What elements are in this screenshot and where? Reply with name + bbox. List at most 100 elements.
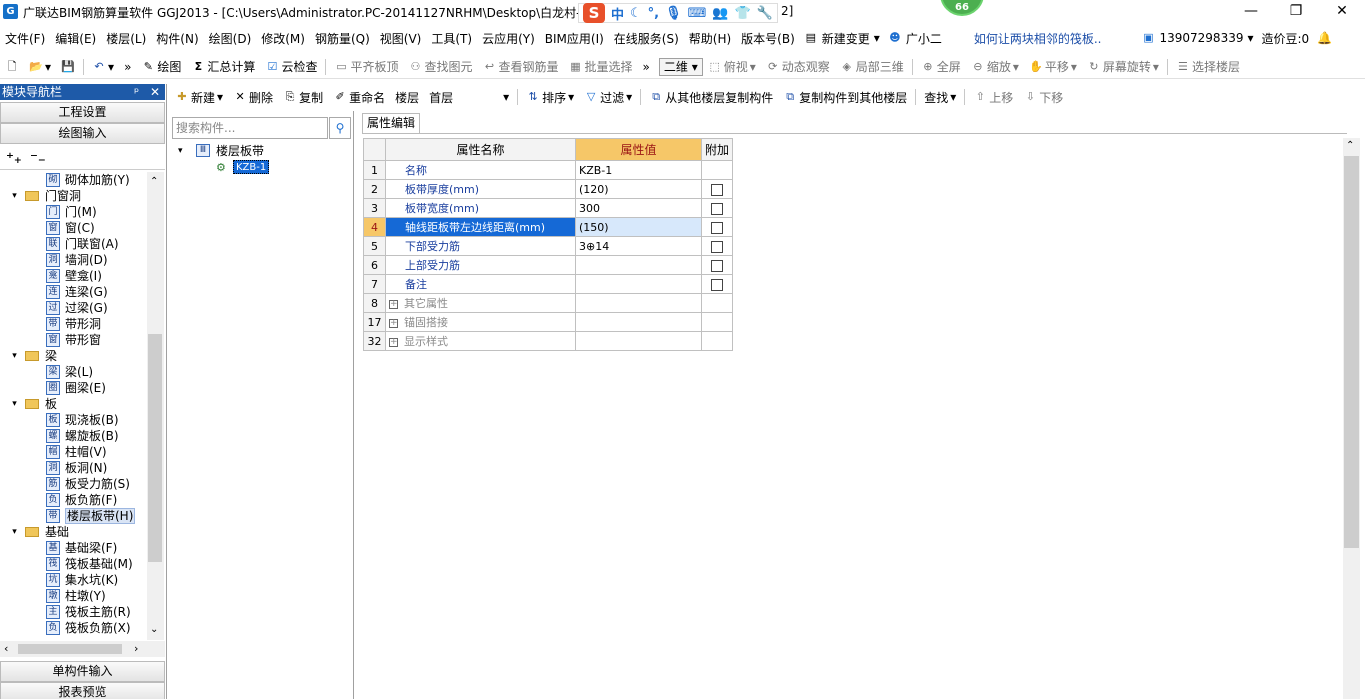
menu-bim[interactable]: BIM应用(I) — [540, 30, 609, 47]
hscroll-thumb[interactable] — [18, 644, 122, 654]
partial-3d-button[interactable]: ◈ 局部三维 — [835, 58, 909, 75]
component-search-input[interactable]: 搜索构件... — [172, 117, 328, 139]
property-group-row[interactable]: 8 + 其它属性 — [363, 293, 734, 313]
tree-item[interactable]: 洞板洞(N) — [0, 460, 147, 476]
property-name[interactable]: 下部受力筋 — [385, 236, 576, 256]
tree-item[interactable]: 负筏板负筋(X) — [0, 620, 147, 636]
find-button[interactable]: 查找 ▾ — [919, 89, 961, 106]
tree-item[interactable]: 联门联窗(A) — [0, 236, 147, 252]
microphone-icon[interactable]: 🎙 — [665, 6, 682, 21]
extra-checkbox[interactable] — [711, 202, 723, 215]
skin-icon[interactable]: 👕 — [735, 6, 751, 21]
pan-button[interactable]: ✋ 平移 ▾ — [1024, 58, 1082, 75]
extra-checkbox[interactable] — [711, 259, 723, 272]
restore-button[interactable]: ❐ — [1273, 0, 1319, 24]
new-change-menu[interactable]: ▤ 新建变更 ▾ — [800, 30, 884, 47]
tree-item[interactable]: 过过梁(G) — [0, 300, 147, 316]
collapse-icon[interactable]: ▾ — [10, 528, 19, 537]
col-extra[interactable]: 附加 — [700, 138, 734, 161]
screen-rotate-button[interactable]: ↻ 屏幕旋转 ▾ — [1082, 58, 1164, 75]
user-icon[interactable]: 👥 — [712, 6, 728, 21]
menu-tools[interactable]: 工具(T) — [426, 30, 477, 47]
tree-root[interactable]: ▾ Ⅲ 楼层板带 — [172, 143, 352, 159]
tree-item[interactable]: 螺螺旋板(B) — [0, 428, 147, 444]
tree-item[interactable]: 基基础梁(F) — [0, 540, 147, 556]
scroll-left-icon[interactable]: ‹ — [4, 642, 8, 655]
top-view-button[interactable]: ⬚ 俯视 ▾ — [703, 58, 761, 75]
new-component-button[interactable]: ✚ 新建 ▾ — [170, 89, 228, 106]
view-rebar-button[interactable]: ↩ 查看钢筋量 — [477, 58, 563, 75]
menu-floor[interactable]: 楼层(L) — [101, 30, 151, 47]
menu-version[interactable]: 版本号(B) — [736, 30, 800, 47]
collapse-icon[interactable]: ▾ — [10, 192, 19, 201]
property-row[interactable]: 5 下部受力筋 3⊕14 — [363, 236, 734, 256]
new-file-button[interactable]: 🗋 — [0, 60, 24, 74]
property-value[interactable] — [575, 274, 702, 294]
sort-button[interactable]: ⇅ 排序 ▾ — [521, 89, 579, 106]
expand-all-icon[interactable]: ⁺₊ — [6, 149, 22, 167]
tree-item[interactable]: 带楼层板带(H) — [0, 508, 147, 524]
property-value[interactable]: KZB-1 — [575, 160, 702, 180]
scroll-up-icon[interactable]: ⌃ — [1346, 140, 1354, 151]
assistant-button[interactable]: ☻ 广小二 — [884, 30, 946, 47]
undo-button[interactable]: ↶ ▾ — [87, 60, 119, 74]
pin-icon[interactable]: ᵖ — [134, 84, 139, 100]
property-row[interactable]: 1 名称 KZB-1 — [363, 160, 734, 180]
property-row[interactable]: 3 板带宽度(mm) 300 — [363, 198, 734, 218]
draw-input-button[interactable]: 绘图输入 — [0, 123, 165, 144]
close-panel-icon[interactable]: ✕ — [150, 84, 160, 100]
menu-component[interactable]: 构件(N) — [151, 30, 203, 47]
property-name[interactable]: 板带宽度(mm) — [385, 198, 576, 218]
bell-icon[interactable]: 🔔 — [1313, 31, 1336, 45]
notification-badge[interactable]: 66 — [940, 0, 984, 16]
col-property-value[interactable]: 属性值 — [575, 138, 702, 161]
property-group-row[interactable]: 17 + 锚固搭接 — [363, 312, 734, 332]
property-value[interactable]: 300 — [575, 198, 702, 218]
menu-modify[interactable]: 修改(M) — [256, 30, 310, 47]
filter-button[interactable]: ▽ 过滤 ▾ — [579, 89, 637, 106]
grid-scroll-thumb[interactable] — [1344, 156, 1359, 548]
tab-property-edit[interactable]: 属性编辑 — [362, 113, 420, 133]
tree-item[interactable]: 洞墙洞(D) — [0, 252, 147, 268]
help-link[interactable]: 如何让两块相邻的筏板.. — [970, 30, 1106, 47]
menu-online[interactable]: 在线服务(S) — [609, 30, 684, 47]
expand-plus-icon[interactable]: + — [389, 318, 398, 328]
extra-checkbox[interactable] — [711, 278, 723, 291]
scroll-thumb[interactable] — [148, 334, 162, 562]
select-floor-button[interactable]: ☰ 选择楼层 — [1171, 58, 1245, 75]
property-group-cell[interactable]: + 显示样式 — [385, 331, 576, 351]
property-row[interactable]: 4 轴线距板带左边线距离(mm) (150) — [363, 217, 734, 237]
tree-item[interactable]: 坑集水坑(K) — [0, 572, 147, 588]
tree-item[interactable]: 带带形洞 — [0, 316, 147, 332]
property-value[interactable] — [575, 312, 702, 332]
tree-item[interactable]: 圈圈梁(E) — [0, 380, 147, 396]
property-value[interactable]: (120) — [575, 179, 702, 199]
zoom-button[interactable]: ⊖ 缩放 ▾ — [966, 58, 1024, 75]
tree-hscrollbar[interactable]: ‹ › — [0, 641, 165, 657]
property-name[interactable]: 上部受力筋 — [385, 255, 576, 275]
menu-rebar-qty[interactable]: 钢筋量(Q) — [310, 30, 375, 47]
ime-toolbar[interactable]: S 中 ☾ °, 🎙 ⌨ 👥 👕 🔧 — [578, 3, 778, 23]
tree-item[interactable]: 砌砌体加筋(Y) — [0, 172, 147, 188]
find-element-button[interactable]: ⚇ 查找图元 — [403, 58, 477, 75]
tree-item[interactable]: 板现浇板(B) — [0, 412, 147, 428]
single-component-input-button[interactable]: 单构件输入 — [0, 661, 165, 682]
menu-edit[interactable]: 编辑(E) — [50, 30, 101, 47]
property-value[interactable] — [575, 255, 702, 275]
property-name[interactable]: 板带厚度(mm) — [385, 179, 576, 199]
minimize-button[interactable]: — — [1228, 0, 1274, 24]
property-name[interactable]: 名称 — [385, 160, 576, 180]
scroll-right-icon[interactable]: › — [134, 642, 138, 655]
tree-item[interactable]: 帽柱帽(V) — [0, 444, 147, 460]
property-name[interactable]: 备注 — [385, 274, 576, 294]
dynamic-view-button[interactable]: ⟳ 动态观察 — [761, 58, 835, 75]
wrench-icon[interactable]: 🔧 — [757, 6, 773, 21]
tree-scrollbar[interactable]: ⌃ ⌄ — [147, 172, 164, 640]
menu-cloud[interactable]: 云应用(Y) — [477, 30, 540, 47]
search-icon[interactable]: ⚲ — [329, 117, 351, 139]
tree-item[interactable]: 墩柱墩(Y) — [0, 588, 147, 604]
report-preview-button[interactable]: 报表预览 — [0, 682, 165, 699]
tree-item[interactable]: 连连梁(G) — [0, 284, 147, 300]
extra-checkbox[interactable] — [711, 183, 723, 196]
tree-item[interactable]: 窗带形窗 — [0, 332, 147, 348]
